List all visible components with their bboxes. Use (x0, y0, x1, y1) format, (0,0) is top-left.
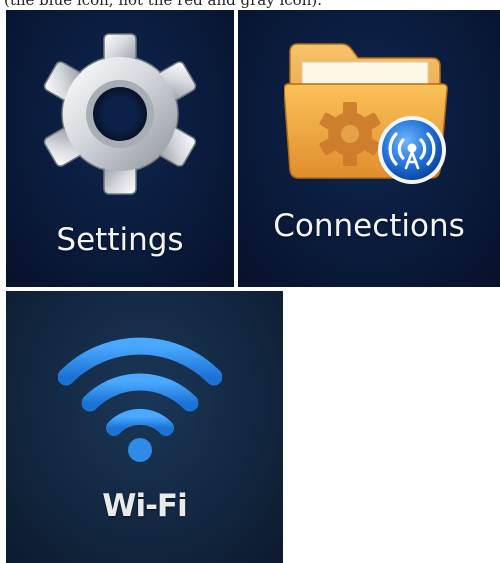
wifi-tile[interactable]: Wi-Fi (6, 291, 283, 563)
page: (the blue icon, not the red and gray ico… (0, 0, 500, 563)
connections-tile[interactable]: Connections (238, 10, 500, 287)
folder-broadcast-icon (284, 43, 448, 184)
settings-tile[interactable]: Settings (6, 10, 234, 287)
caption-text: (the blue icon, not the red and gray ico… (4, 0, 322, 9)
connections-label: Connections (273, 208, 465, 244)
settings-label: Settings (56, 222, 184, 258)
gear-icon (43, 33, 197, 195)
wifi-label: Wi-Fi (102, 488, 188, 524)
wifi-icon (58, 337, 222, 462)
